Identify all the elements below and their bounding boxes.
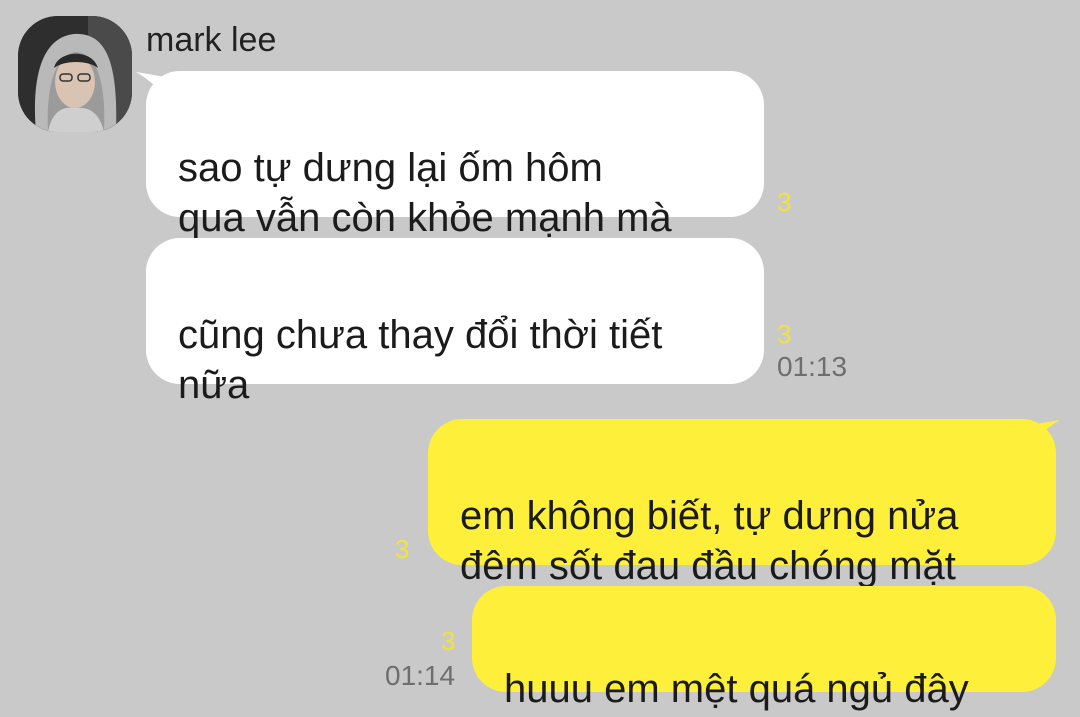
sender-name: mark lee <box>146 21 277 59</box>
unread-count: 3 <box>441 626 456 656</box>
message-timestamp: 01:13 <box>777 351 848 382</box>
incoming-message-bubble[interactable]: sao tự dưng lại ốm hôm qua vẫn còn khỏe … <box>146 71 764 240</box>
message-text: cũng chưa thay đổi thời tiết nữa <box>178 313 663 407</box>
outgoing-message-bubble[interactable]: huuu em mệt quá ngủ đây <box>472 586 1056 711</box>
incoming-message-bubble[interactable]: cũng chưa thay đổi thời tiết nữa <box>146 238 764 407</box>
outgoing-message-bubble[interactable]: em không biết, tự dưng nửa đêm sốt đau đ… <box>428 419 1056 588</box>
chat-conversation: mark lee sao tự dưng lại ốm hôm qua vẫn … <box>0 0 1080 717</box>
unread-count: 3 <box>777 319 792 349</box>
message-timestamp: 01:14 <box>385 660 456 691</box>
message-text: em không biết, tự dưng nửa đêm sốt đau đ… <box>460 494 959 588</box>
unread-count: 3 <box>395 534 410 564</box>
avatar-photo-icon <box>18 16 132 132</box>
message-text: sao tự dưng lại ốm hôm qua vẫn còn khỏe … <box>178 146 672 240</box>
message-text: huuu em mệt quá ngủ đây <box>504 667 969 711</box>
unread-count: 3 <box>777 187 792 217</box>
contact-avatar[interactable] <box>18 16 132 132</box>
